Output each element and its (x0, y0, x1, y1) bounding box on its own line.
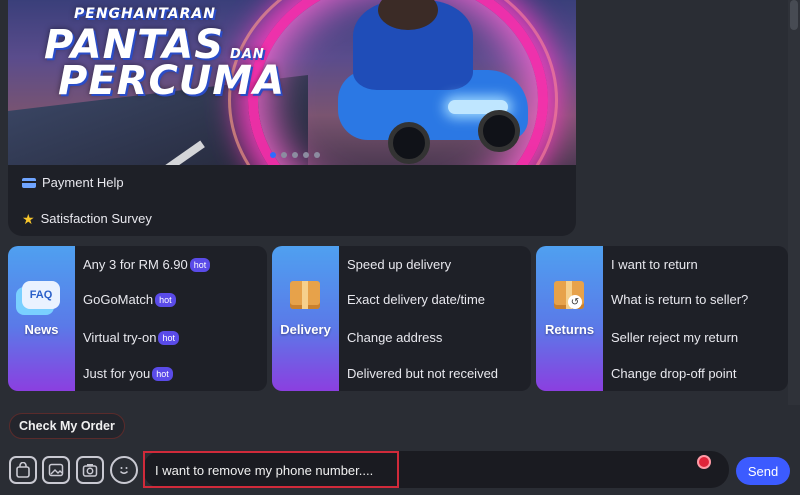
carousel-dot[interactable] (314, 152, 320, 158)
banner-headline-3: PERCUMA (58, 58, 286, 104)
faq-bubble: FAQ (22, 281, 60, 309)
return-box: ↺ (554, 281, 584, 309)
check-my-order-button[interactable]: Check My Order (9, 413, 125, 439)
news-link-virtual-try-on[interactable]: Virtual try-on hot (83, 330, 179, 345)
parcel-box (290, 281, 320, 309)
delivery-link-exact-date[interactable]: Exact delivery date/time (347, 292, 485, 307)
delivery-link-not-received[interactable]: Delivered but not received (347, 366, 498, 381)
shopping-bag-icon (16, 462, 30, 478)
satisfaction-survey-link[interactable]: ★ Satisfaction Survey (22, 211, 152, 226)
delivery-tile[interactable]: Delivery (272, 246, 339, 391)
payment-help-label: Payment Help (42, 175, 124, 190)
returns-tile-label: Returns (544, 322, 595, 337)
parcel-box-icon (284, 276, 326, 314)
scrollbar-thumb[interactable] (790, 0, 798, 30)
emoji-button[interactable] (110, 456, 138, 484)
news-link-any3[interactable]: Any 3 for RM 6.90 hot (83, 257, 211, 272)
return-box-icon: ↺ (548, 276, 590, 314)
news-link-just-for-you[interactable]: Just for you hot (83, 366, 173, 381)
promo-banner[interactable]: PENGHANTARAN PANTAS DAN PERCUMA (8, 0, 576, 165)
camera-button[interactable] (76, 456, 104, 484)
carousel-dot[interactable] (292, 152, 298, 158)
news-panel: FAQ News Any 3 for RM 6.90 hot GoGoMatch h… (8, 246, 267, 391)
record-icon[interactable] (697, 455, 711, 469)
banner-wheel (388, 122, 430, 164)
emoji-icon (119, 467, 129, 474)
returns-link-seller-reject[interactable]: Seller reject my return (611, 330, 738, 345)
credit-card-icon (22, 177, 36, 188)
news-tile[interactable]: FAQ News (8, 246, 75, 391)
link-label: Just for you (83, 366, 151, 381)
message-input[interactable] (155, 462, 575, 478)
payment-help-link[interactable]: Payment Help (22, 175, 124, 190)
news-tile-label: News (24, 322, 59, 337)
returns-link-return-to-seller[interactable]: What is return to seller? (611, 292, 748, 307)
camera-icon (82, 464, 98, 477)
returns-tile[interactable]: ↺ Returns (536, 246, 603, 391)
faq-bubble-icon: FAQ (20, 276, 62, 314)
carousel-dot[interactable] (303, 152, 309, 158)
carousel-dot[interactable] (270, 152, 276, 158)
link-label: Any 3 for RM 6.90 (83, 257, 188, 272)
delivery-link-speed-up[interactable]: Speed up delivery (347, 257, 451, 272)
hot-badge: hot (155, 292, 176, 307)
shopping-bag-button[interactable] (9, 456, 37, 484)
carousel-dots (270, 152, 320, 158)
banner-card: PENGHANTARAN PANTAS DAN PERCUMA Payment H… (8, 0, 576, 236)
hot-badge: hot (189, 257, 211, 272)
link-label: GoGoMatch (83, 292, 154, 307)
returns-link-want-return[interactable]: I want to return (611, 257, 698, 272)
delivery-panel: Delivery Speed up delivery Exact deliver… (272, 246, 531, 391)
hot-badge: hot (158, 330, 179, 345)
carousel-dot[interactable] (281, 152, 287, 158)
image-button[interactable] (42, 456, 70, 484)
returns-link-drop-off[interactable]: Change drop-off point (611, 366, 737, 381)
send-button[interactable]: Send (736, 457, 790, 485)
news-link-gogomatch[interactable]: GoGoMatch hot (83, 292, 176, 307)
delivery-link-change-address[interactable]: Change address (347, 330, 442, 345)
satisfaction-survey-label: Satisfaction Survey (40, 211, 152, 226)
star-icon: ★ (22, 210, 35, 227)
page-scrollbar[interactable] (788, 0, 800, 405)
image-icon (48, 463, 64, 477)
delivery-tile-label: Delivery (280, 322, 331, 337)
hot-badge: hot (152, 366, 173, 381)
link-label: Virtual try-on (83, 330, 157, 345)
returns-panel: ↺ Returns I want to return What is retur… (536, 246, 788, 391)
banner-headline-1: PENGHANTARAN (74, 6, 216, 22)
banner-wheel (478, 110, 520, 152)
return-arrow-icon: ↺ (568, 295, 582, 309)
